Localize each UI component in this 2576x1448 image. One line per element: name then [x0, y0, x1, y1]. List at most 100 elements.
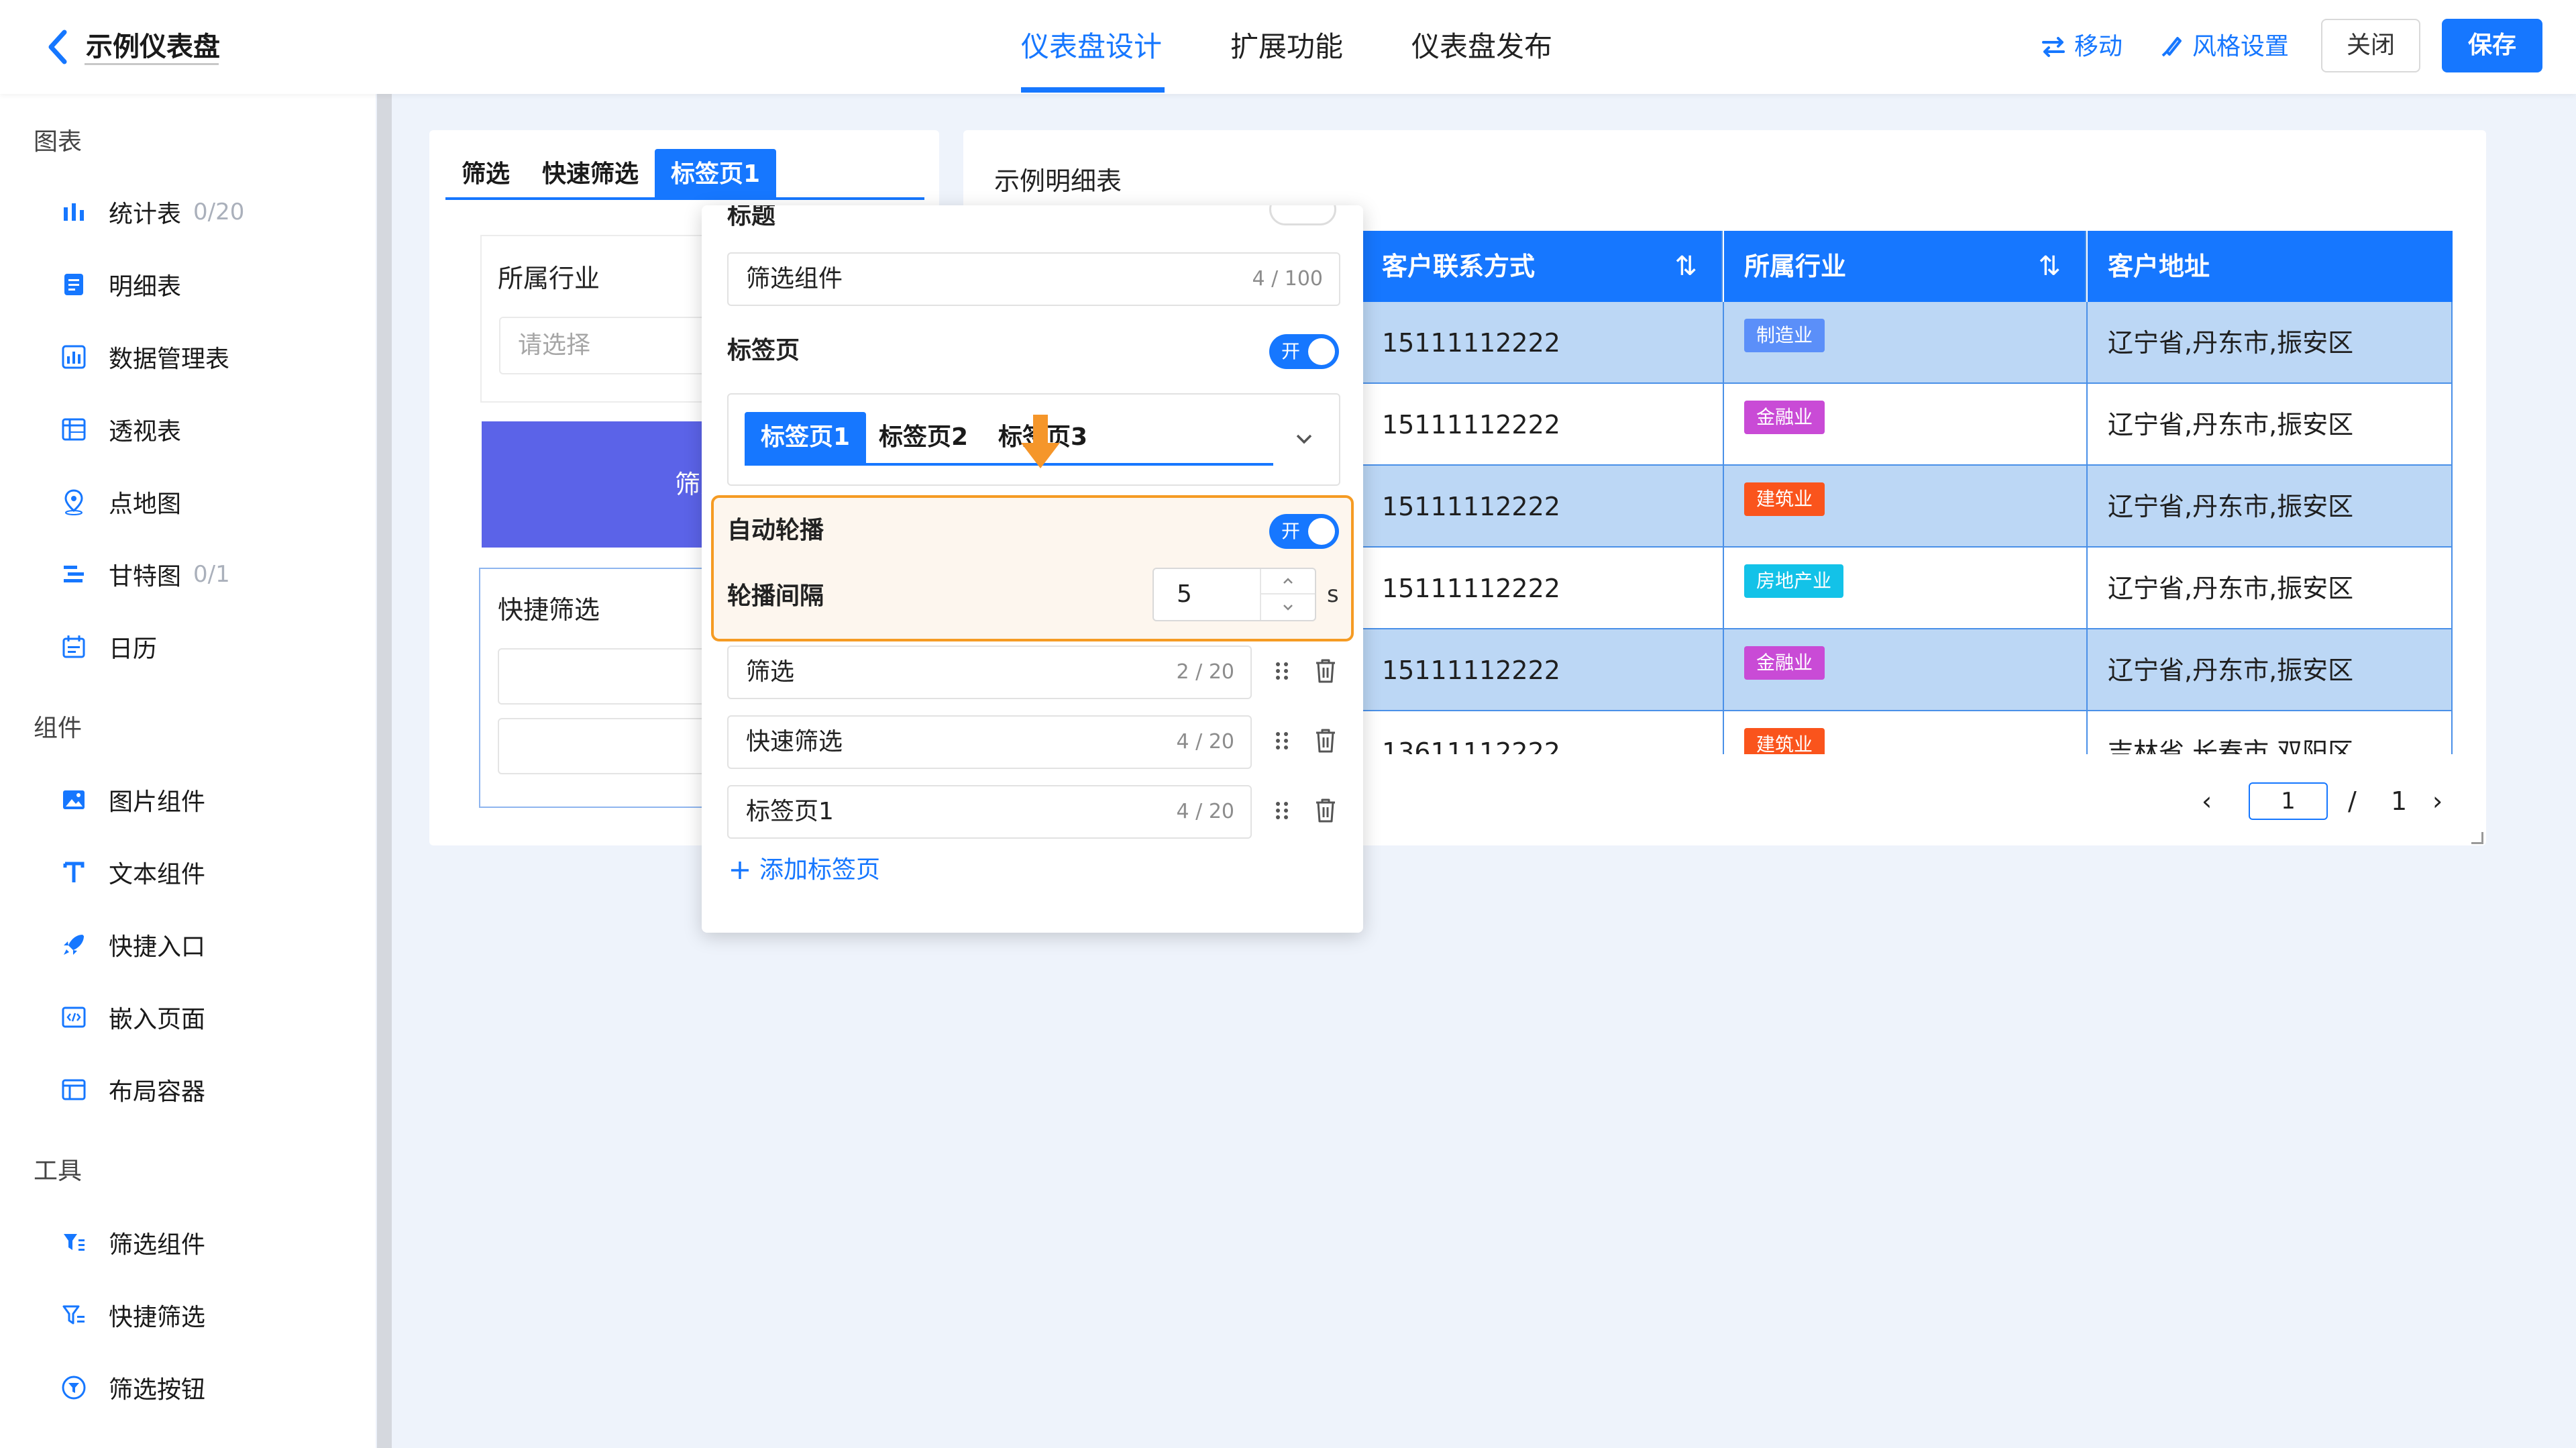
sidebar-item-detail-table[interactable]: 明细表: [54, 264, 181, 305]
quick-filter-label: 快捷筛选: [498, 595, 600, 625]
section-title-components: 组件: [34, 715, 83, 742]
tab-dashboard-publish[interactable]: 仪表盘发布: [1411, 28, 1552, 66]
pager-next-icon[interactable]: ›: [2432, 782, 2443, 820]
section-title-charts: 图表: [34, 128, 83, 156]
stepper-down-icon[interactable]: [1261, 594, 1315, 620]
style-settings-label: 风格设置: [2192, 33, 2290, 60]
image-icon: [54, 780, 94, 820]
layout-icon: [54, 1070, 94, 1110]
pager-prev-icon[interactable]: ‹: [2202, 782, 2212, 820]
title-input[interactable]: 筛选组件 4 / 100: [727, 252, 1340, 306]
drag-handle-icon[interactable]: [1272, 656, 1292, 686]
pager-page-input[interactable]: 1: [2249, 782, 2328, 820]
sidebar-item-label: 明细表: [109, 273, 182, 301]
column-header-label: 客户联系方式: [1382, 252, 1536, 281]
sidebar-item-text[interactable]: 文本组件: [54, 852, 205, 892]
drag-handle-icon[interactable]: [1272, 726, 1292, 756]
column-header-industry[interactable]: 所属行业 ⇅: [1724, 231, 2086, 302]
title-input-value: 筛选组件: [746, 265, 843, 293]
trash-icon[interactable]: [1312, 796, 1339, 825]
table-cell-address: 吉林省,长春市,双阳区: [2088, 711, 2453, 754]
preview-tab-2[interactable]: 标签页2: [863, 412, 984, 463]
tab-name-value: 快速筛选: [746, 728, 843, 756]
sidebar-item-gantt[interactable]: 甘特图 0/1: [54, 554, 230, 594]
table-cell-industry: 建筑业: [1724, 711, 2088, 754]
sidebar-scrollbar[interactable]: [377, 94, 392, 1448]
move-button[interactable]: 移动: [2039, 30, 2123, 64]
preview-tabs-underline: [745, 463, 1273, 466]
title-toggle[interactable]: [1269, 205, 1336, 225]
tab-dashboard-design[interactable]: 仪表盘设计: [1021, 28, 1162, 66]
interval-number-input[interactable]: 5: [1152, 568, 1316, 621]
sidebar-item-label: 文本组件: [109, 861, 206, 888]
trash-icon[interactable]: [1312, 656, 1339, 686]
add-tab-link[interactable]: 添加标签页: [727, 854, 880, 887]
tab-name-count: 2 / 20: [1176, 660, 1234, 684]
sidebar-item-calendar[interactable]: 日历: [54, 627, 157, 667]
resize-handle-icon[interactable]: [2471, 832, 2483, 844]
sidebar-item-quick-entry[interactable]: 快捷入口: [54, 925, 205, 965]
column-header-address[interactable]: 客户地址: [2088, 231, 2453, 302]
embed-icon: [54, 997, 94, 1037]
industry-tag: 制造业: [1744, 318, 1825, 352]
column-header-phone[interactable]: 客户联系方式 ⇅: [1362, 231, 1723, 302]
style-settings-button[interactable]: 风格设置: [2157, 30, 2289, 64]
item-count: 0/1: [193, 561, 230, 588]
rocket-icon: [54, 925, 94, 965]
back-arrow-icon[interactable]: [40, 25, 78, 68]
stepper-up-icon[interactable]: [1261, 569, 1315, 594]
sidebar-item-label: 筛选按钮: [109, 1376, 206, 1404]
table-cell-phone: 15111112222: [1362, 384, 1724, 466]
sidebar-item-pivot-table[interactable]: 透视表: [54, 409, 181, 450]
table-cell-industry: 房地产业: [1724, 548, 2088, 629]
tab-filter[interactable]: 筛选: [445, 149, 526, 200]
chevron-down-icon[interactable]: [1292, 427, 1316, 451]
sort-icon[interactable]: ⇅: [2038, 231, 2061, 302]
table-cell-address: 辽宁省,丹东市,振安区: [2088, 302, 2453, 384]
table-cell-industry: 制造业: [1724, 302, 2088, 384]
sidebar-item-label: 筛选组件: [109, 1231, 206, 1259]
sidebar-item-stat-table[interactable]: 统计表 0/20: [54, 192, 244, 232]
sidebar-item-data-management[interactable]: 数据管理表: [54, 337, 229, 377]
sidebar-item-point-map[interactable]: 点地图: [54, 482, 181, 522]
sidebar-item-filter-button[interactable]: 筛选按钮: [54, 1367, 205, 1408]
tab-tab-page-1[interactable]: 标签页1: [655, 149, 777, 200]
table-cell-address: 辽宁省,丹东市,振安区: [2088, 384, 2453, 466]
preview-tab-1[interactable]: 标签页1: [745, 412, 867, 463]
text-icon: [54, 852, 94, 892]
tabs-toggle[interactable]: 开: [1269, 334, 1339, 369]
close-button[interactable]: 关闭: [2321, 19, 2420, 72]
sort-icon[interactable]: ⇅: [1674, 231, 1697, 302]
tab-name-count: 4 / 20: [1176, 730, 1234, 754]
swap-arrows-icon: [2042, 37, 2065, 57]
tab-extensions[interactable]: 扩展功能: [1230, 28, 1343, 66]
drag-handle-icon[interactable]: [1272, 796, 1292, 825]
save-button[interactable]: 保存: [2442, 19, 2542, 72]
table-cell-phone: 13611112222: [1362, 711, 1724, 754]
industry-tag: 房地产业: [1744, 564, 1844, 598]
autoplay-toggle[interactable]: 开: [1269, 514, 1339, 549]
industry-tag: 金融业: [1744, 645, 1825, 680]
sidebar-item-image[interactable]: 图片组件: [54, 780, 205, 820]
tab-name-input-3[interactable]: 标签页1 4 / 20: [727, 785, 1252, 839]
sidebar-item-label: 布局容器: [109, 1078, 206, 1106]
pager-separator: /: [2348, 786, 2357, 816]
active-tab-indicator: [1021, 87, 1165, 93]
section-title-tools: 工具: [34, 1157, 83, 1185]
sidebar-item-filter-component[interactable]: 筛选组件: [54, 1223, 205, 1263]
interval-label: 轮播间隔: [727, 582, 824, 610]
sidebar-item-embed-page[interactable]: 嵌入页面: [54, 997, 205, 1037]
filter-component-icon: [54, 1223, 94, 1263]
table-body: 15111112222 制造业 辽宁省,丹东市,振安区 15111112222 …: [1362, 302, 2453, 754]
tab-name-input-1[interactable]: 筛选 2 / 20: [727, 645, 1252, 699]
filter-widget-tabs: 筛选 快速筛选 标签页1: [445, 146, 777, 200]
tab-row-actions-1: [1272, 656, 1339, 686]
table-cell-industry: 金融业: [1724, 629, 2088, 711]
detail-table-title: 示例明细表: [994, 166, 1122, 196]
calendar-icon: [54, 627, 94, 667]
sidebar-item-quick-filter[interactable]: 快捷筛选: [54, 1295, 205, 1335]
trash-icon[interactable]: [1312, 726, 1339, 756]
tab-name-input-2[interactable]: 快速筛选 4 / 20: [727, 715, 1252, 769]
tab-quick-filter[interactable]: 快速筛选: [526, 149, 655, 200]
sidebar-item-layout-container[interactable]: 布局容器: [54, 1070, 205, 1110]
